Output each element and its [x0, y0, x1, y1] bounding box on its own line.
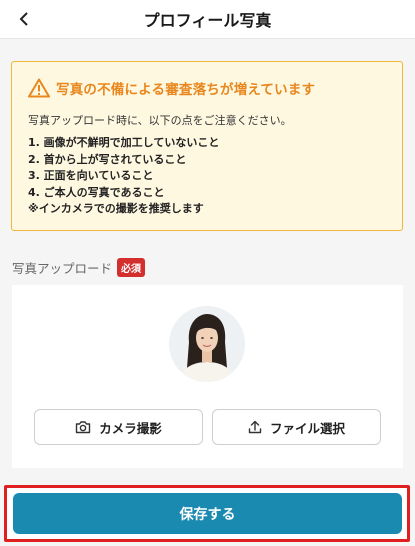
warning-header: 写真の不備による審査落ちが増えています — [28, 78, 315, 98]
file-button-label: ファイル選択 — [269, 420, 345, 436]
camera-icon — [76, 421, 91, 434]
warning-item: 4. ご本人の写真であること — [28, 185, 165, 199]
warning-item: 1. 画像が不鮮明で加工していないこと — [28, 136, 220, 149]
warning-notice: 写真の不備による審査落ちが増えています 写真アップロード時に、以下の点をご注意く… — [11, 61, 403, 231]
upload-section-label: 写真アップロード 必須 — [12, 258, 146, 277]
warning-item: 3. 正面を向いていること — [28, 169, 154, 182]
save-button[interactable]: 保存する — [13, 493, 402, 534]
save-button-highlight: 保存する — [4, 485, 410, 542]
file-select-button[interactable]: ファイル選択 — [212, 409, 381, 445]
header-bar: プロフィール写真 — [0, 0, 415, 39]
warning-triangle-icon — [28, 78, 50, 98]
page-title: プロフィール写真 — [143, 11, 272, 30]
warning-item: ※インカメラでの撮影を推奨します — [28, 202, 204, 215]
warning-intro: 写真アップロード時に、以下の点をご注意ください。 — [28, 114, 292, 127]
warning-title: 写真の不備による審査落ちが増えています — [56, 82, 316, 98]
profile-photo-screen: プロフィール写真 写真の不備による審査落ちが増えています 写真アップロード時に、… — [0, 0, 415, 546]
warning-list: 1. 画像が不鮮明で加工していないこと 2. 首から上が写されていること 3. … — [28, 135, 219, 218]
upload-label: 写真アップロード — [12, 261, 113, 276]
camera-capture-button[interactable]: カメラ撮影 — [34, 409, 203, 445]
required-badge: 必須 — [117, 258, 146, 277]
camera-button-label: カメラ撮影 — [99, 420, 162, 436]
profile-photo-preview[interactable] — [169, 306, 245, 382]
upload-icon — [248, 420, 262, 434]
warning-item: 2. 首から上が写されていること — [28, 152, 187, 166]
profile-photo-image — [169, 306, 245, 382]
upload-card: カメラ撮影 ファイル選択 — [12, 285, 403, 468]
